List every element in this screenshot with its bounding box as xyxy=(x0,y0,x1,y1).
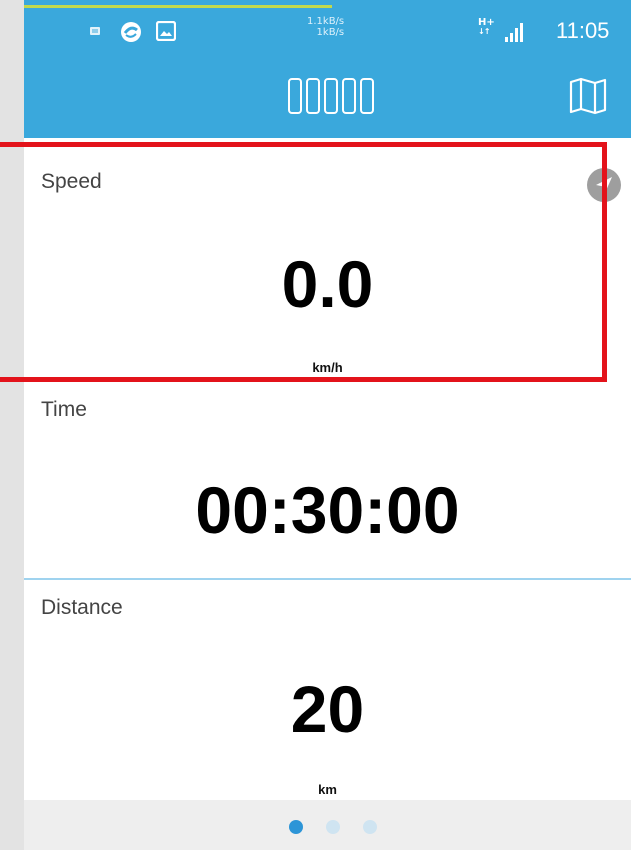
speed-label: Speed xyxy=(41,170,102,193)
time-card[interactable]: Time 00:30:00 xyxy=(24,383,631,578)
network-type-label: H+ xyxy=(478,17,495,28)
network-speed-down: 1kB/s xyxy=(316,27,345,38)
network-speed: 1.1kB/s 1kB/s xyxy=(307,16,344,38)
signal-strength-icon xyxy=(505,23,523,42)
distance-unit: km xyxy=(318,782,337,797)
left-edge-strip xyxy=(0,0,24,850)
page-dot-active[interactable] xyxy=(289,820,303,834)
speed-unit: km/h xyxy=(312,360,343,375)
status-clock: 11:05 xyxy=(556,18,610,43)
message-notification-icon xyxy=(90,27,100,35)
page-dot[interactable] xyxy=(363,820,377,834)
network-type-badge: H+ ↓↑ xyxy=(478,17,495,37)
time-label: Time xyxy=(41,398,87,421)
gallery-notification-icon xyxy=(156,21,176,41)
app-title-placeholder xyxy=(288,78,374,114)
app-screen: 1.1kB/s 1kB/s H+ ↓↑ 11:05 Speed 0.0 km/h… xyxy=(24,0,631,850)
network-speed-up: 1.1kB/s xyxy=(307,16,345,27)
status-bar: 1.1kB/s 1kB/s H+ ↓↑ 11:05 xyxy=(24,8,631,50)
navigation-arrow-icon[interactable] xyxy=(587,168,621,202)
distance-card[interactable]: Distance 20 km xyxy=(24,580,631,800)
app-bar: 1.1kB/s 1kB/s H+ ↓↑ 11:05 xyxy=(24,0,631,138)
page-indicator xyxy=(24,800,631,850)
speed-value: 0.0 xyxy=(281,247,374,321)
page-dot[interactable] xyxy=(326,820,340,834)
time-value: 00:30:00 xyxy=(195,473,460,547)
sync-app-icon xyxy=(121,22,141,42)
distance-label: Distance xyxy=(41,596,123,619)
speed-card[interactable]: Speed 0.0 km/h xyxy=(24,138,631,378)
distance-value: 20 xyxy=(290,672,365,746)
map-icon[interactable] xyxy=(568,76,608,116)
